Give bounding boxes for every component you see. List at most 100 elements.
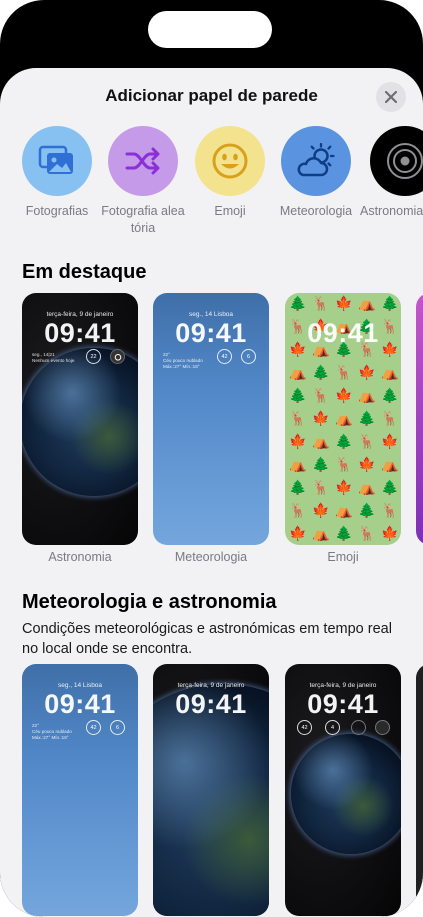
emoji-tile: 🍁	[358, 364, 376, 380]
category-circle	[195, 126, 265, 196]
emoji-tile: 🦌	[312, 479, 330, 495]
lock-date: terça-feira, 9 de janeiro	[309, 682, 377, 689]
close-icon	[385, 91, 397, 103]
device-frame: Adicionar papel de parede Fotografias Fo…	[0, 0, 423, 917]
emoji-tile: 🍁	[289, 525, 307, 541]
emoji-tile: 🍁	[312, 410, 330, 426]
weather-widget: 22° Céu pouco nublado Máx.:27° Mín.:18°	[163, 352, 207, 370]
emoji-tile: ⛺	[335, 502, 353, 518]
emoji-tile: ⛺	[381, 364, 399, 380]
wallpaper-card-earth-closeup[interactable]: terça-feira, 9 de janeiro 09:41	[153, 664, 269, 916]
emoji-tile: ⛺	[289, 456, 307, 472]
wallpaper-card-next[interactable]	[416, 664, 423, 916]
category-circle	[370, 126, 423, 196]
emoji-tile: 🌲	[289, 295, 307, 311]
wallpaper-card-earth[interactable]: terça-feira, 9 de janeiro 09:41 42 4	[285, 664, 401, 916]
emoji-tile: ⛺	[358, 479, 376, 495]
ring-widget: 42	[86, 720, 101, 735]
ring-widget: 4	[325, 720, 340, 735]
emoji-tile: ⛺	[312, 433, 330, 449]
wallpaper-card-weather-live[interactable]: seg., 14 Lisboa 09:41 22° Céu pouco nubl…	[22, 664, 138, 916]
emoji-tile: 🌲	[381, 479, 399, 495]
emoji-tile: 🍁	[312, 502, 330, 518]
emoji-tile: 🍁	[335, 295, 353, 311]
sheet-title: Adicionar papel de parede	[105, 86, 318, 105]
wallpaper-card-astronomy[interactable]: terça-feira, 9 de janeiro 09:41 seg., 14…	[22, 293, 138, 545]
emoji-tile: 🌲	[312, 364, 330, 380]
shuffle-icon	[125, 147, 160, 175]
emoji-tile: 🍁	[381, 525, 399, 541]
emoji-tile: 🌲	[381, 387, 399, 403]
emoji-tile: ⛺	[381, 456, 399, 472]
emoji-tile: 🌲	[312, 456, 330, 472]
weather-widget: 22° Céu pouco nublado Máx.:27° Mín.:18°	[32, 723, 76, 741]
dynamic-island	[148, 11, 272, 48]
emoji-tile: 🦌	[289, 502, 307, 518]
lock-date: terça-feira, 9 de janeiro	[46, 311, 114, 318]
emoji-tile: 🦌	[358, 525, 376, 541]
emoji-tile: 🌲	[289, 387, 307, 403]
wallpaper-sheet: Adicionar papel de parede Fotografias Fo…	[0, 68, 423, 917]
category-label: Fotografia aleatória	[101, 204, 185, 235]
category-label: Emoji	[214, 204, 246, 218]
category-photos[interactable]: Fotografias	[15, 126, 99, 220]
lock-date: seg., 14 Lisboa	[188, 311, 234, 318]
emoji-tile: 🌲	[381, 295, 399, 311]
weather-icon	[297, 143, 335, 177]
card-label: Astronomia	[48, 550, 112, 564]
emoji-tile: ⛺	[358, 387, 376, 403]
ring-widget: 6	[241, 349, 256, 364]
emoji-tile: 🦌	[289, 410, 307, 426]
category-astronomy[interactable]: Astronomia	[360, 126, 423, 220]
emoji-tile: 🦌	[312, 295, 330, 311]
card-label: Meteorologia	[174, 550, 248, 564]
wallpaper-card-emoji[interactable]: 🌲 🦌 🍁 ⛺ 🌲 🦌 🍁 ⛺ 🌲 🦌 🍁 ⛺ 🌲 🦌 🍁 ⛺ 🌲 🦌 🍁 ⛺ 🌲 🦌 🍁 ⛺ 🌲 🦌 🍁 ⛺ 🌲 🦌 🍁 ⛺ 🌲 🦌 🍁 ⛺ 🌲 🦌 🍁 ⛺…	[285, 293, 401, 545]
featured-title: Em destaque	[22, 261, 147, 283]
calendar-widget: seg., 14|21 Nenhum evento hoje	[32, 352, 76, 364]
category-weather[interactable]: Meteorologia	[274, 126, 358, 220]
lock-time: 09:41	[175, 689, 247, 719]
category-shuffle[interactable]: Fotografia aleatória	[101, 126, 185, 237]
emoji-tile: 🌲	[358, 410, 376, 426]
astronomy-widget	[375, 720, 390, 735]
category-emoji[interactable]: Emoji	[188, 126, 272, 220]
ring-widget: 42	[297, 720, 312, 735]
lock-time: 09:41	[44, 689, 116, 719]
emoji-tile: ⛺	[289, 364, 307, 380]
weather-astro-title: Meteorologia e astronomia	[22, 591, 277, 613]
photos-icon	[38, 145, 73, 174]
emoji-tile: 🦌	[381, 410, 399, 426]
wallpaper-card-next[interactable]	[416, 293, 423, 545]
emoji-tile: 🦌	[358, 433, 376, 449]
wallpaper-card-weather[interactable]: seg., 14 Lisboa 09:41 22° Céu pouco nubl…	[153, 293, 269, 545]
alarm-widget	[110, 349, 125, 364]
emoji-tile: 🍁	[381, 433, 399, 449]
emoji-tile: 🦌	[381, 502, 399, 518]
lock-time: 09:41	[44, 318, 116, 348]
earth-image	[22, 348, 138, 496]
lock-date: terça-feira, 9 de janeiro	[177, 682, 245, 689]
earth-image	[291, 734, 401, 854]
emoji-tile: 🌲	[358, 502, 376, 518]
ring-widget: 42	[217, 349, 232, 364]
emoji-tile: 🌲	[335, 433, 353, 449]
emoji-tile: 🌲	[289, 479, 307, 495]
lock-time: 09:41	[307, 318, 379, 348]
category-label: Meteorologia	[279, 204, 353, 218]
category-label: Astronomia	[360, 204, 423, 218]
emoji-tile: 🍁	[335, 387, 353, 403]
card-label: Emoji	[327, 550, 359, 564]
category-circle	[108, 126, 178, 196]
alarm-icon	[114, 353, 121, 361]
emoji-tile: 🦌	[335, 456, 353, 472]
emoji-tile: 🍁	[289, 433, 307, 449]
ring-widget: 22	[86, 349, 101, 364]
smiley-icon	[212, 143, 248, 179]
widget-line: Nenhum evento hoje	[32, 358, 75, 363]
astronomy-icon	[387, 143, 423, 179]
widget-line: Máx.:27° Mín.:18°	[163, 364, 200, 369]
close-button[interactable]	[376, 82, 406, 112]
category-circle	[22, 126, 92, 196]
lock-date: seg., 14 Lisboa	[57, 682, 103, 689]
emoji-tile: 🍁	[335, 479, 353, 495]
